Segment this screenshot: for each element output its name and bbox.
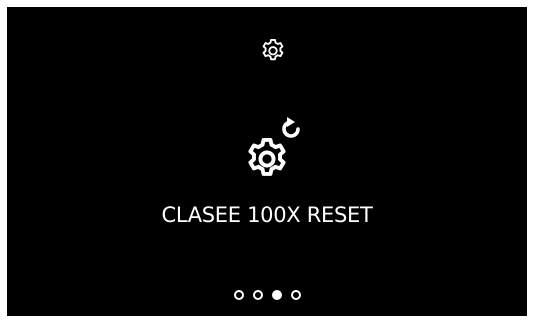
page-dot[interactable]	[252, 290, 263, 300]
page-indicator	[7, 290, 527, 306]
page-dot[interactable]	[290, 290, 301, 300]
screen: CLASEE 100X RESET	[7, 7, 527, 316]
reset-title: CLASEE 100X RESET	[161, 203, 373, 227]
settings-gear-icon[interactable]	[259, 37, 287, 65]
gear-reset-icon	[248, 117, 300, 176]
device-frame: CLASEE 100X RESET	[0, 0, 534, 323]
page-dot-active[interactable]	[271, 290, 282, 300]
page-dot[interactable]	[233, 290, 244, 300]
